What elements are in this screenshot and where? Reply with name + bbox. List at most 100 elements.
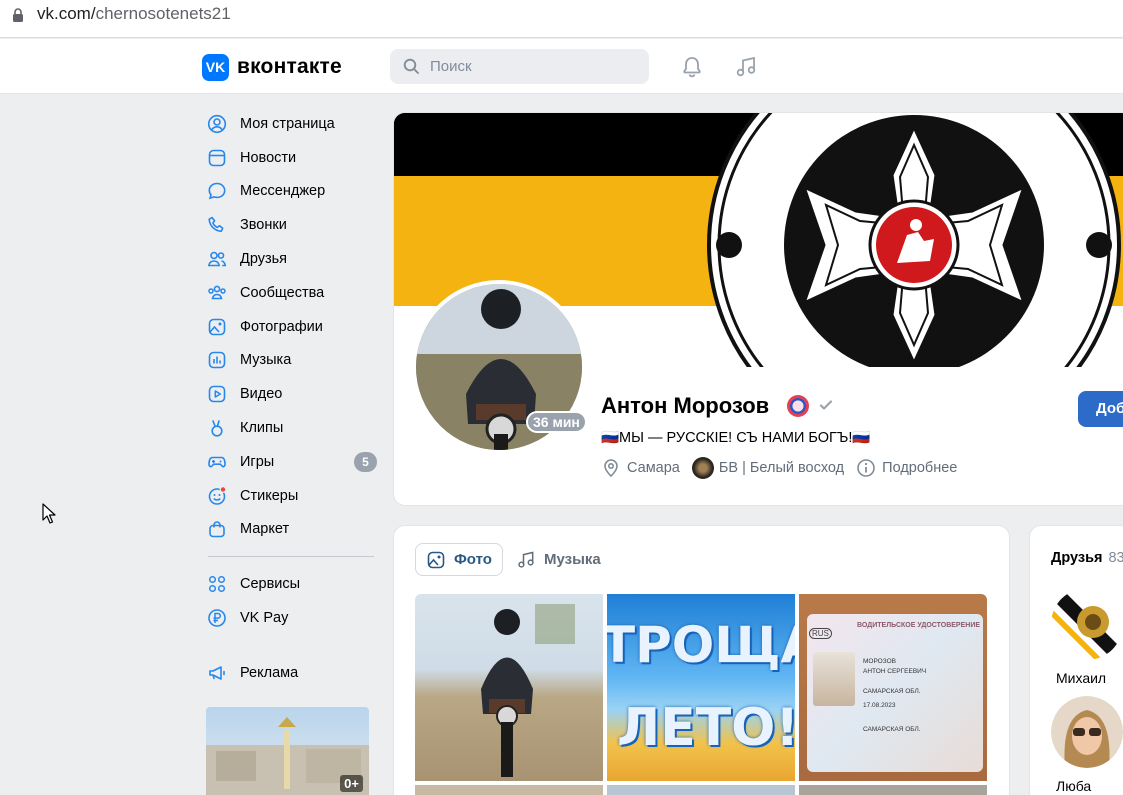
gamepad-icon [207, 452, 227, 472]
nav-item-label: Фотографии [240, 318, 323, 335]
photo-text: ЛЕТО! [617, 698, 795, 758]
photo-thumbnail[interactable]: RUS ВОДИТЕЛЬСКОЕ УДОСТОВЕРЕНИЕ МОРОЗОВ А… [799, 594, 987, 781]
profile-city[interactable]: Самара [601, 458, 680, 478]
music-note-icon [516, 550, 536, 570]
friends-card: Друзья 83 Михаил Люба [1029, 525, 1123, 795]
lock-icon [13, 8, 23, 22]
nav-item-calls[interactable]: Звонки [200, 208, 378, 242]
browser-address-bar[interactable]: vk.com/chernosotenets21 [0, 0, 1123, 38]
site-header: VK вконтакте [0, 39, 1123, 94]
nav-item-news[interactable]: Новости [200, 141, 378, 175]
friends-header[interactable]: Друзья 83 [1051, 550, 1123, 566]
profile-more-link[interactable]: Подробнее [856, 458, 957, 478]
grid-icon [207, 574, 227, 594]
nav-item-label: Моя страница [240, 115, 335, 132]
nav-item-communities[interactable]: Сообщества [200, 276, 378, 310]
photo-thumbnail[interactable] [607, 785, 795, 795]
friends-icon [207, 249, 227, 269]
nav-item-video[interactable]: Видео [200, 377, 378, 411]
add-friend-button[interactable]: Доб [1078, 391, 1123, 427]
video-icon [207, 384, 227, 404]
nav-item-label: Клипы [240, 420, 284, 437]
cover-emblem [707, 113, 1121, 367]
profile-name: Антон Морозов [601, 393, 770, 418]
verified-check-icon[interactable] [818, 397, 834, 413]
nav-item-label: Маркет [240, 521, 290, 538]
location-pin-icon [601, 458, 621, 478]
license-line: МОРОЗОВ [863, 658, 896, 665]
photo-thumbnail[interactable] [799, 785, 987, 795]
url-text[interactable]: vk.com/chernosotenets21 [37, 4, 231, 24]
profile-group[interactable]: БВ | Белый восход [691, 457, 844, 479]
search-input[interactable] [430, 49, 640, 84]
profile-emoji-icon [787, 395, 809, 417]
profile-status: 🇷🇺МЫ — РУССКIЕ! СЪ НАМИ БОГЪ!🇷🇺 [601, 430, 871, 446]
nav-item-label: Музыка [240, 352, 292, 369]
nav-item-label: Реклама [240, 664, 299, 681]
news-icon [207, 148, 227, 168]
media-card: Фото Музыка ТРОЩА ЛЕТО! RUS ВОДИТЕЛЬСКОЕ… [393, 525, 1010, 795]
photo-motorcycle [481, 604, 575, 777]
nav-item-friends[interactable]: Друзья [200, 242, 378, 276]
search-box[interactable] [390, 49, 649, 84]
license-photo [813, 652, 855, 706]
games-badge: 5 [354, 451, 377, 472]
license-line: САМАРСКАЯ ОБЛ. [863, 726, 921, 733]
communities-icon [207, 283, 227, 303]
license-line: АНТОН СЕРГЕЕВИЧ [863, 668, 927, 675]
ad-image[interactable]: 0+ [206, 707, 369, 795]
nav-item-label: Новости [240, 149, 297, 166]
nav-item-music[interactable]: Музыка [200, 344, 378, 378]
vk-logo-icon: VK [202, 53, 229, 81]
license-line: 17.08.2023 [863, 702, 896, 709]
ruble-icon [207, 608, 227, 628]
nav-item-messenger[interactable]: Мессенджер [200, 175, 378, 209]
nav-item-label: Звонки [240, 217, 287, 234]
music-note-icon[interactable] [734, 55, 758, 79]
friend-avatar [1051, 696, 1123, 768]
nav-item-label: VK Pay [240, 610, 289, 627]
nav-item-label: Видео [240, 386, 283, 403]
clips-icon [207, 418, 227, 438]
tab-photos[interactable]: Фото [415, 543, 503, 576]
nav-item-services[interactable]: Сервисы [200, 567, 378, 601]
nav-item-my-page[interactable]: Моя страница [200, 107, 378, 141]
nav-item-label: Мессенджер [240, 183, 326, 200]
left-nav: Моя страница Новости Мессенджер Звонки Д… [200, 107, 378, 690]
group-avatar [691, 457, 714, 479]
online-status-badge: 36 мин [526, 411, 587, 433]
photo-icon [207, 317, 227, 337]
age-rating-badge: 0+ [340, 775, 363, 792]
sticker-icon [207, 485, 227, 506]
nav-item-label: Друзья [240, 251, 288, 268]
license-header: ВОДИТЕЛЬСКОЕ УДОСТОВЕРЕНИЕ [857, 622, 981, 629]
nav-item-clips[interactable]: Клипы [200, 411, 378, 445]
photo-document: RUS ВОДИТЕЛЬСКОЕ УДОСТОВЕРЕНИЕ МОРОЗОВ А… [807, 614, 983, 772]
nav-item-market[interactable]: Маркет [200, 513, 378, 547]
friend-item[interactable]: Люба [1042, 696, 1123, 794]
nav-item-label: Сообщества [240, 284, 325, 301]
photo-thumbnail[interactable] [415, 785, 603, 795]
profile-info-row: Самара БВ | Белый восход Подробнее [601, 457, 969, 479]
photo-thumbnail[interactable] [415, 594, 603, 781]
nav-item-stickers[interactable]: Стикеры [200, 479, 378, 513]
nav-item-label: Стикеры [240, 487, 299, 504]
photo-thumbnail[interactable]: ТРОЩА ЛЕТО! [607, 594, 795, 781]
logo-text: вконтакте [237, 55, 342, 78]
vk-logo[interactable]: VK вконтакте [202, 53, 342, 81]
friend-item[interactable]: Михаил [1042, 588, 1123, 686]
nav-item-vk-pay[interactable]: VK Pay [200, 601, 378, 635]
nav-item-label: Игры [240, 453, 275, 470]
bell-icon[interactable] [680, 55, 704, 79]
photo-text: ТРОЩА [607, 616, 795, 674]
nav-item-photos[interactable]: Фотографии [200, 310, 378, 344]
license-line: САМАРСКАЯ ОБЛ. [863, 688, 921, 695]
music-bars-icon [207, 350, 227, 370]
phone-icon [207, 215, 227, 235]
shopping-bag-icon [207, 519, 227, 539]
tab-music[interactable]: Музыка [506, 543, 611, 576]
nav-item-games[interactable]: Игры 5 [200, 445, 378, 479]
nav-item-ads[interactable]: Реклама [200, 656, 378, 690]
profile-card: 36 мин Антон Морозов 🇷🇺МЫ — РУССКIЕ! СЪ … [393, 112, 1123, 506]
